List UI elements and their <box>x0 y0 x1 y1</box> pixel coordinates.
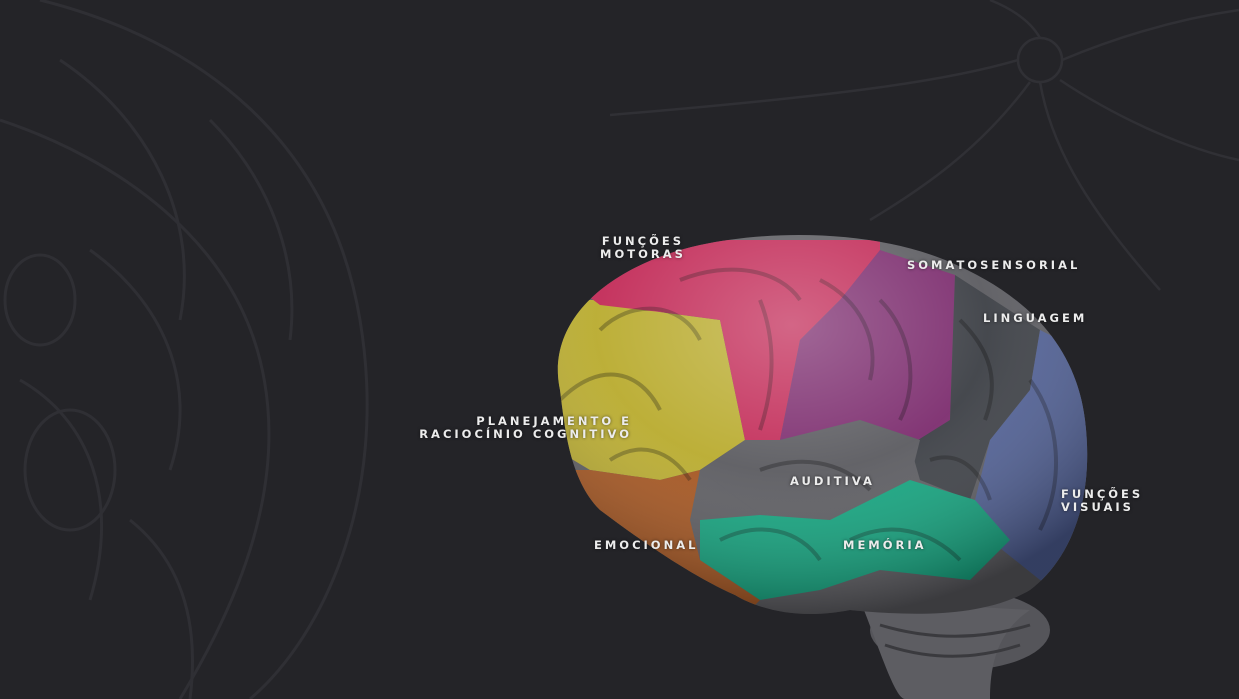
label-planejamento: PLANEJAMENTO E RACIOCÍNIO COGNITIVO <box>419 414 632 441</box>
background-engraving-left <box>0 0 369 699</box>
label-emocional: EMOCIONAL <box>594 538 699 552</box>
label-somatosensorial: SOMATOSENSORIAL <box>907 258 1081 272</box>
label-memoria: MEMÓRIA <box>843 538 927 552</box>
label-funcoes-motoras: FUNÇÕES MOTORAS <box>600 234 686 261</box>
label-auditiva: AUDITIVA <box>790 474 875 488</box>
brain-illustration <box>0 0 1239 699</box>
brain-diagram: FUNÇÕES MOTORAS SOMATOSENSORIAL LINGUAGEM… <box>0 0 1239 699</box>
label-linguagem: LINGUAGEM <box>983 311 1088 325</box>
label-funcoes-visuais: FUNÇÕES VISUAIS <box>1061 487 1144 514</box>
